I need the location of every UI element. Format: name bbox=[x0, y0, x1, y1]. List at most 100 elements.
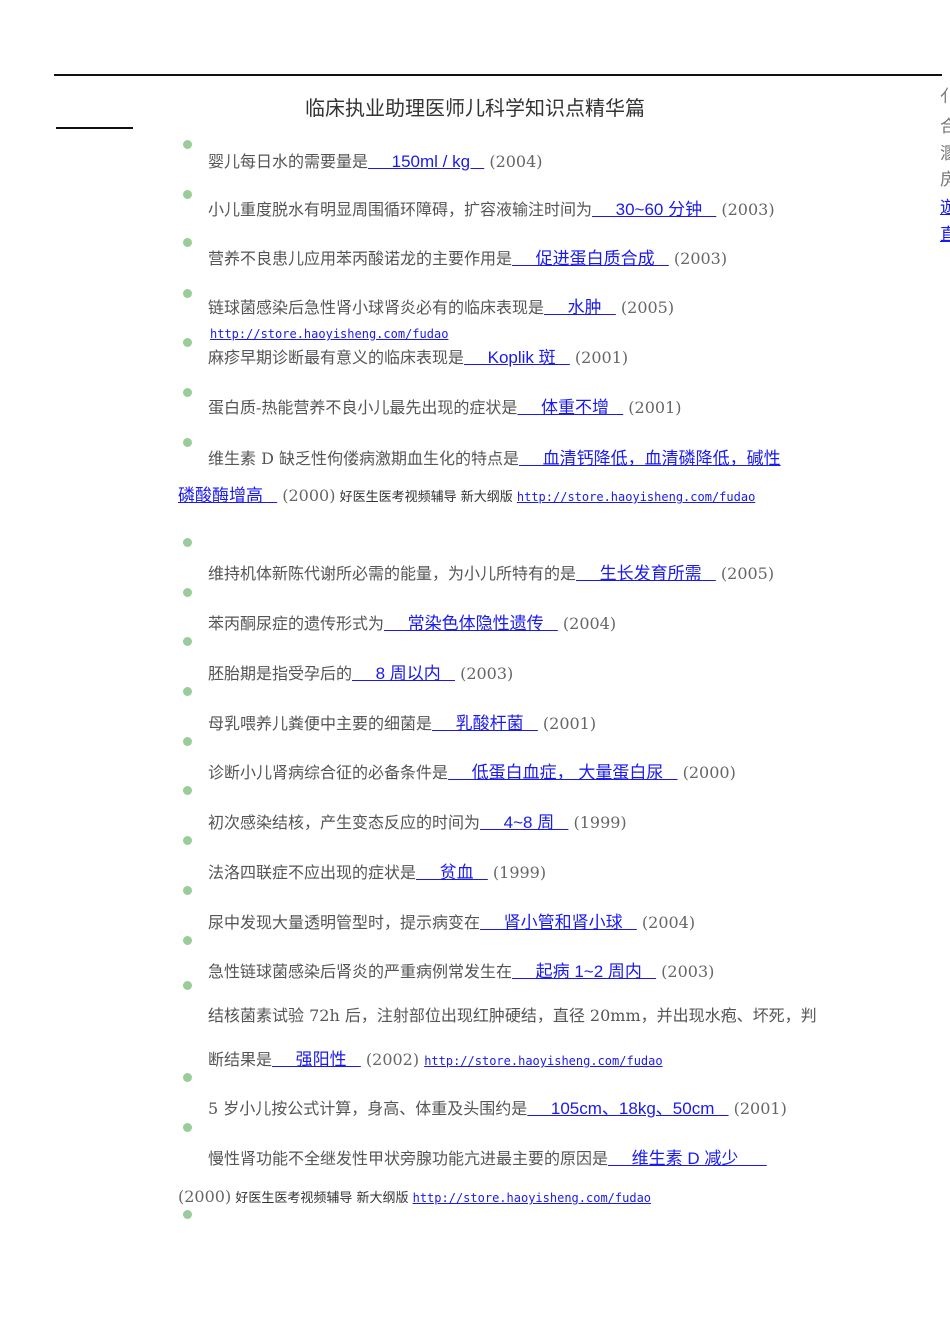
bullet-icon bbox=[183, 289, 192, 298]
question-item: 麻疹早期诊断最有意义的临床表现是 Koplik 斑 (2001) bbox=[208, 347, 628, 369]
question-item: 婴儿每日水的需要量是 150ml / kg (2004) bbox=[208, 151, 543, 173]
question-text: 法洛四联症不应出现的症状是 bbox=[208, 863, 417, 882]
answer-text: 105cm、18kg、50cm bbox=[527, 1099, 729, 1118]
question-item: 小儿重度脱水有明显周围循环障碍，扩容液输注时间为 30~60 分钟 (2003) bbox=[208, 199, 775, 221]
question-item: 苯丙酮尿症的遗传形式为 常染色体隐性遗传 (2004) bbox=[208, 613, 616, 635]
year-text: (2001) bbox=[728, 1099, 787, 1118]
year-text: (2003) bbox=[668, 249, 728, 268]
question-text: 尿中发现大量透明管型时，提示病变在 bbox=[208, 913, 481, 932]
question-text: 婴儿每日水的需要量是 bbox=[208, 152, 369, 171]
bullet-icon bbox=[183, 637, 192, 646]
year-text: (1999) bbox=[568, 813, 627, 832]
question-text: 母乳喂养儿粪便中主要的细菌是 bbox=[208, 714, 433, 733]
bullet-icon bbox=[183, 140, 192, 149]
question-item: 5 岁小儿按公式计算，身高、体重及头围约是 105cm、18kg、50cm (2… bbox=[208, 1098, 787, 1120]
year-text: (2000) bbox=[178, 1187, 232, 1206]
side-link-fragment[interactable]: 遊 bbox=[940, 193, 950, 218]
question-item: 胚胎期是指受孕后的 8 周以内 (2003) bbox=[208, 663, 513, 685]
bullet-icon bbox=[183, 438, 192, 447]
year-text: (2004) bbox=[484, 152, 543, 171]
question-item: 结核菌素试验 72h 后，注射部位出现红肿硬结，直径 20mm，并出现水疱、坏死… bbox=[208, 1005, 817, 1027]
question-item: 蛋白质-热能营养不良小儿最先出现的症状是 体重不增 (2001) bbox=[208, 397, 682, 419]
year-text: (2001) bbox=[537, 714, 597, 733]
question-text: 小儿重度脱水有明显周围循环障碍，扩容液输注时间为 bbox=[208, 200, 593, 219]
answer-text: 150ml / kg bbox=[368, 152, 485, 171]
bullet-icon bbox=[183, 588, 192, 597]
bullet-icon bbox=[183, 737, 192, 746]
question-text: 慢性肾功能不全继发性甲状旁腺功能亢进最主要的原因是 bbox=[208, 1149, 609, 1168]
year-text: (2005) bbox=[615, 298, 675, 317]
year-text: (2001) bbox=[569, 348, 629, 367]
source-link[interactable]: http://store.haoyisheng.com/fudao bbox=[517, 490, 755, 504]
bullet-icon bbox=[183, 936, 192, 945]
left-rule bbox=[56, 127, 133, 129]
answer-text: 体重不增 bbox=[517, 398, 624, 417]
side-fragment: 亻 bbox=[940, 87, 950, 107]
question-item: 慢性肾功能不全继发性甲状旁腺功能亢进最主要的原因是 维生素 D 减少 bbox=[208, 1148, 767, 1170]
side-fragment: 合 bbox=[940, 117, 950, 137]
question-item-cont: 断结果是 强阳性 (2002) http://store.haoyisheng.… bbox=[208, 1049, 663, 1072]
answer-text: 乳酸杆菌 bbox=[432, 714, 538, 733]
bullet-icon bbox=[183, 1073, 192, 1082]
question-text: 营养不良患儿应用苯丙酸诺龙的主要作用是 bbox=[208, 249, 513, 268]
question-item: 尿中发现大量透明管型时，提示病变在 肾小管和肾小球 (2004) bbox=[208, 912, 695, 934]
answer-text-cont: 磷酸酶增高 bbox=[178, 486, 278, 505]
page-title: 临床执业助理医师儿科学知识点精华篇 bbox=[305, 96, 645, 120]
question-text: 结核菌素试验 72h 后，注射部位出现红肿硬结，直径 20mm，并出现水疱、坏死… bbox=[208, 1006, 817, 1025]
bullet-icon bbox=[183, 1123, 192, 1132]
year-text: (2003) bbox=[656, 962, 715, 981]
side-fragment: 溷 bbox=[940, 144, 950, 164]
bullet-icon bbox=[183, 388, 192, 397]
year-text: (2004) bbox=[636, 913, 696, 932]
answer-text: 8 周以内 bbox=[352, 664, 455, 683]
promo-text: 好医生医考视频辅导 新大纲版 bbox=[231, 1191, 413, 1206]
question-text: 5 岁小儿按公式计算，身高、体重及头围约是 bbox=[208, 1099, 528, 1118]
year-text: (2005) bbox=[715, 564, 775, 583]
source-link[interactable]: http://store.haoyisheng.com/fudao bbox=[210, 327, 448, 341]
question-text: 维持机体新陈代谢所必需的能量，为小儿所特有的是 bbox=[208, 564, 577, 583]
bullet-icon bbox=[183, 238, 192, 247]
answer-text: 维生素 D 减少 bbox=[608, 1149, 753, 1168]
bullet-icon bbox=[183, 836, 192, 845]
promo-text: 好医生医考视频辅导 新大纲版 bbox=[335, 490, 517, 505]
answer-text: 强阳性 bbox=[272, 1050, 361, 1069]
bullet-icon bbox=[183, 981, 192, 990]
question-text: 苯丙酮尿症的遗传形式为 bbox=[208, 614, 385, 633]
bullet-icon bbox=[183, 886, 192, 895]
answer-text: 生长发育所需 bbox=[576, 564, 716, 583]
source-link[interactable]: http://store.haoyisheng.com/fudao bbox=[424, 1054, 662, 1068]
bullet-icon bbox=[183, 338, 192, 347]
question-text: 诊断小儿肾病综合征的必备条件是 bbox=[208, 763, 449, 782]
answer-text: 常染色体隐性遗传 bbox=[384, 614, 558, 633]
source-line: (2000) 好医生医考视频辅导 新大纲版 http://store.haoyi… bbox=[178, 1186, 651, 1210]
side-link-fragment[interactable]: 直 bbox=[940, 220, 950, 245]
year-text: (2001) bbox=[623, 398, 682, 417]
question-text: 链球菌感染后急性肾小球肾炎必有的临床表现是 bbox=[208, 298, 545, 317]
answer-text: Koplik 斑 bbox=[464, 348, 570, 367]
bullet-icon bbox=[183, 190, 192, 199]
year-text: (2003) bbox=[454, 664, 514, 683]
question-text: 麻疹早期诊断最有意义的临床表现是 bbox=[208, 348, 465, 367]
bullet-icon bbox=[183, 538, 192, 547]
question-item: 链球菌感染后急性肾小球肾炎必有的临床表现是 水肿 (2005) bbox=[208, 297, 674, 319]
side-fragment: 房 bbox=[940, 170, 950, 190]
question-item: 维生素 D 缺乏性佝偻病激期血生化的特点是 血清钙降低，血清磷降低，碱性 bbox=[208, 448, 781, 470]
header-rule bbox=[54, 74, 942, 76]
question-item: 急性链球菌感染后肾炎的严重病例常发生在 起病 1~2 周内 (2003) bbox=[208, 961, 714, 983]
question-text: 急性链球菌感染后肾炎的严重病例常发生在 bbox=[208, 962, 513, 981]
answer-text: 30~60 分钟 bbox=[592, 200, 717, 219]
source-line: 磷酸酶增高 (2000) 好医生医考视频辅导 新大纲版 http://store… bbox=[178, 485, 755, 509]
question-item: 初次感染结核，产生变态反应的时间为 4~8 周 (1999) bbox=[208, 812, 627, 834]
answer-text: 低蛋白血症， 大量蛋白尿 bbox=[448, 763, 678, 782]
question-text: 蛋白质-热能营养不良小儿最先出现的症状是 bbox=[208, 398, 518, 417]
year-text: (2000) bbox=[277, 486, 336, 505]
year-text: (1999) bbox=[487, 863, 547, 882]
answer-text: 贫血 bbox=[416, 863, 488, 882]
question-item: 诊断小儿肾病综合征的必备条件是 低蛋白血症， 大量蛋白尿 (2000) bbox=[208, 762, 736, 784]
source-line: http://store.haoyisheng.com/fudao bbox=[210, 322, 448, 345]
source-link[interactable]: http://store.haoyisheng.com/fudao bbox=[413, 1191, 651, 1205]
document-page: 临床执业助理医师儿科学知识点精华篇 亻 合 溷 房 遊 直 婴儿每日水的需要量是… bbox=[0, 0, 950, 1344]
answer-text: 4~8 周 bbox=[480, 813, 569, 832]
answer-text: 血清钙降低，血清磷降低，碱性 bbox=[519, 449, 781, 468]
answer-text: 促进蛋白质合成 bbox=[512, 249, 669, 268]
